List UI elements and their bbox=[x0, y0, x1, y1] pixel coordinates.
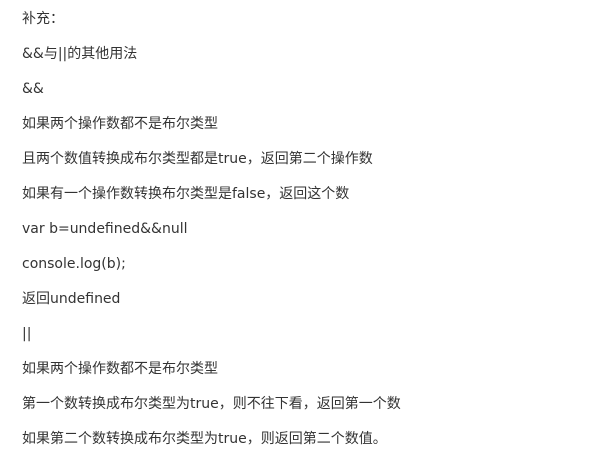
text-line: 且两个数值转换成布尔类型都是true，返回第二个操作数 bbox=[22, 151, 373, 167]
document-body: 补充： &&与||的其他用法 && 如果两个操作数都不是布尔类型 且两个数值转换… bbox=[22, 9, 595, 450]
text-line-and-operator: && bbox=[22, 81, 44, 97]
code-line: var b=undefined&&null bbox=[22, 221, 188, 237]
text-line: 第一个数转换成布尔类型为true，则不往下看，返回第一个数 bbox=[22, 396, 401, 412]
code-line: console.log(b); bbox=[22, 256, 126, 272]
text-line: 如果两个操作数都不是布尔类型 bbox=[22, 116, 218, 132]
text-line: 返回undefined bbox=[22, 291, 121, 307]
text-line-or-operator: || bbox=[22, 326, 32, 342]
text-line: 如果有一个操作数转换布尔类型是false，返回这个数 bbox=[22, 186, 350, 202]
text-line: 如果两个操作数都不是布尔类型 bbox=[22, 361, 218, 377]
text-line-supplement-heading: 补充： bbox=[22, 11, 64, 27]
text-line-operators-usage: &&与||的其他用法 bbox=[22, 46, 138, 62]
text-line: 如果第二个数转换成布尔类型为true，则返回第二个数值。 bbox=[22, 431, 387, 447]
